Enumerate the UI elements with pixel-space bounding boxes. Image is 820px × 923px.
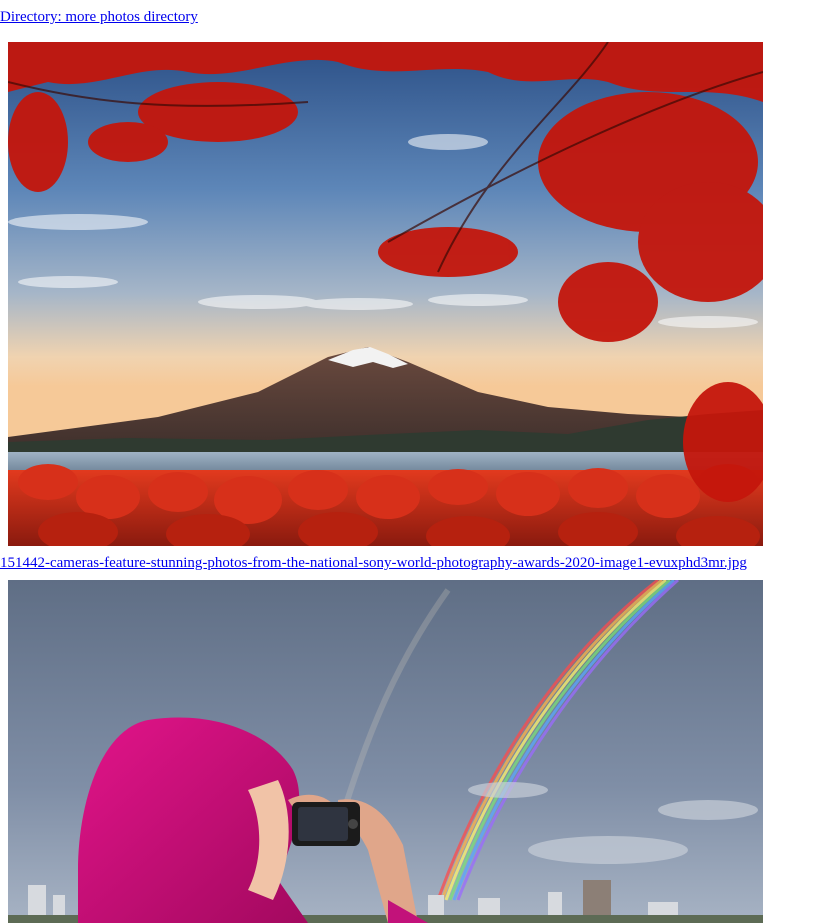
image-filename-link[interactable]: 151442-cameras-feature-stunning-photos-f…: [0, 554, 747, 572]
rainbow-photo: [8, 580, 763, 923]
mount-fuji-photo: [8, 42, 763, 546]
directory-link[interactable]: Directory: more photos directory: [0, 8, 198, 26]
